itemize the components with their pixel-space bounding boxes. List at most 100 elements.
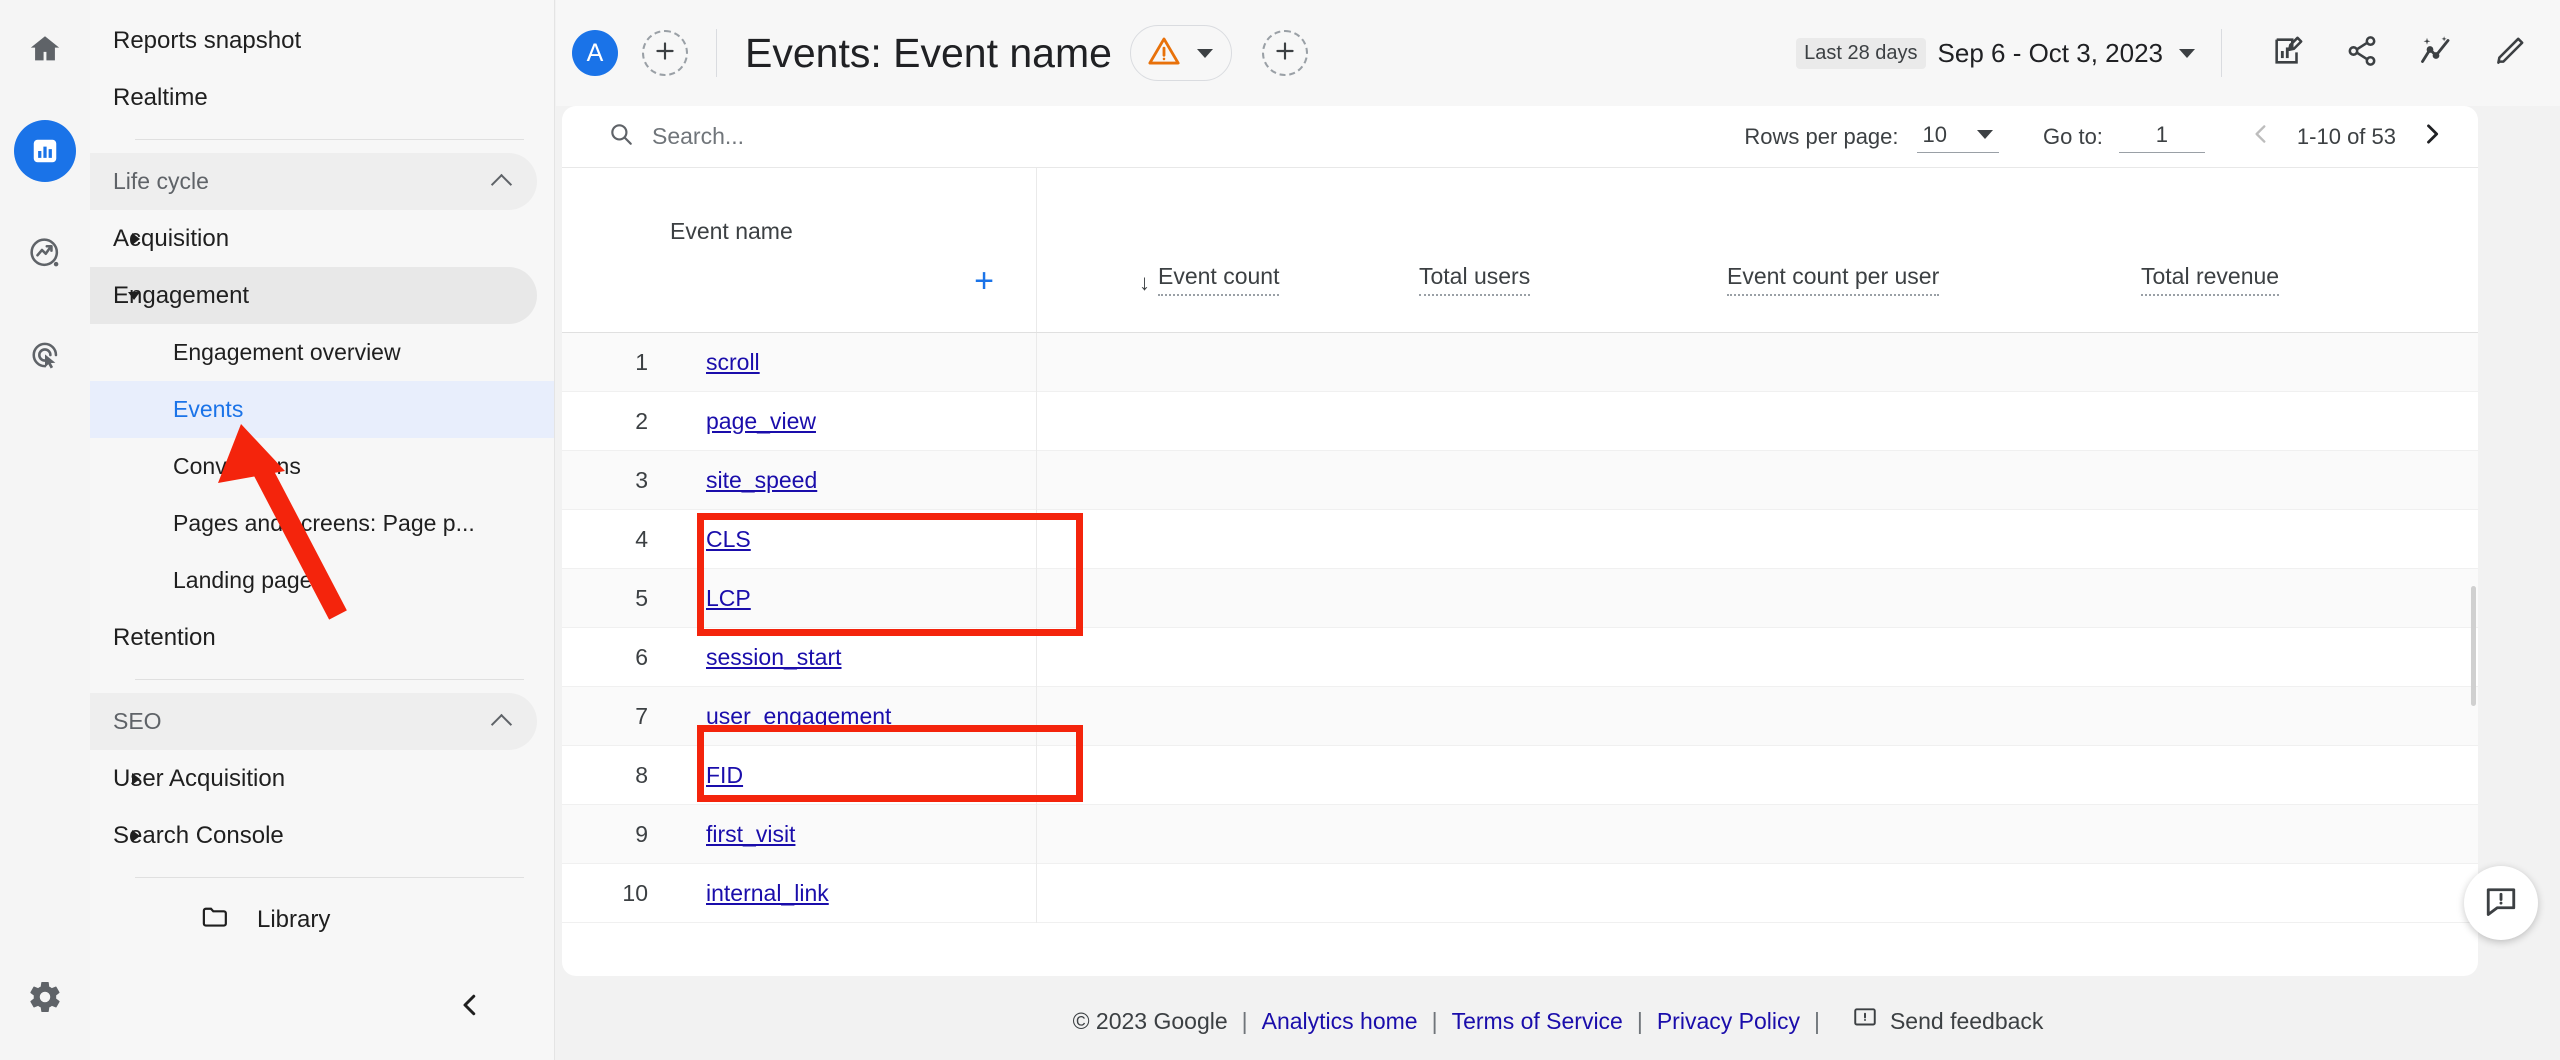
- table-toolbar: Rows per page: 10 Go to: 1-10 of 53: [562, 106, 2478, 168]
- sidebar-item-library[interactable]: Library: [90, 891, 554, 948]
- topbar-divider-2: [2221, 29, 2222, 77]
- sidebar-section-seo[interactable]: SEO: [90, 693, 537, 750]
- sidebar-item-landing-page[interactable]: Landing page: [90, 552, 537, 609]
- table-header-event-count[interactable]: ↓ Event count: [1037, 263, 1337, 332]
- add-dimension-button[interactable]: +: [974, 264, 994, 298]
- sidebar-item-realtime[interactable]: Realtime: [90, 69, 537, 126]
- event-name-link[interactable]: session_start: [706, 644, 842, 671]
- table-row[interactable]: 8 FID: [562, 745, 2478, 805]
- folder-icon: [200, 901, 231, 939]
- topbar-actions: Last 28 days Sep 6 - Oct 3, 2023: [1796, 0, 2538, 106]
- chevron-down-icon: [1196, 48, 1213, 58]
- account-badge[interactable]: A: [572, 30, 618, 76]
- event-name-link[interactable]: user_engagement: [706, 703, 891, 730]
- sidebar-section-label: SEO: [113, 708, 162, 734]
- sidebar-section-life-cycle[interactable]: Life cycle: [90, 153, 537, 210]
- table-header: Event name + ↓ Event count Total users E…: [562, 168, 2478, 333]
- dimension-header-label: Event name: [670, 217, 793, 244]
- share-icon: [2345, 34, 2379, 73]
- event-name-link[interactable]: LCP: [706, 585, 751, 612]
- customize-report-button[interactable]: [2260, 25, 2316, 81]
- sidebar-group-search-console[interactable]: Search Console: [90, 807, 537, 864]
- table-header-total-revenue[interactable]: Total revenue: [2097, 263, 2397, 332]
- table-row[interactable]: 4 CLS: [562, 509, 2478, 569]
- page-footer: © 2023 Google | Analytics home | Terms o…: [556, 982, 2560, 1060]
- data-warning-chip[interactable]: [1129, 25, 1232, 81]
- row-index: 10: [622, 879, 648, 906]
- event-name-link[interactable]: FID: [706, 762, 743, 789]
- main-content: A Events: Event name Last 28 days Sep 6 …: [556, 0, 2560, 1060]
- table-header-event-count-per-user[interactable]: Event count per user: [1677, 263, 2097, 332]
- event-name-link[interactable]: page_view: [706, 408, 816, 435]
- row-index: 7: [635, 702, 648, 729]
- table-row[interactable]: 6 session_start: [562, 627, 2478, 687]
- event-name-link[interactable]: CLS: [706, 526, 751, 553]
- topbar-divider: [716, 29, 717, 77]
- search-input[interactable]: [652, 123, 1152, 150]
- event-name-link[interactable]: internal_link: [706, 880, 829, 907]
- chevron-left-icon: [455, 990, 485, 1027]
- table-row[interactable]: 1 scroll: [562, 332, 2478, 392]
- footer-link-privacy-policy[interactable]: Privacy Policy: [1657, 1008, 1800, 1035]
- table-row[interactable]: 7 user_engagement: [562, 686, 2478, 746]
- row-event-name-cell: site_speed: [670, 450, 1037, 510]
- page-title: Events: Event name: [745, 29, 1112, 76]
- row-index: 2: [635, 407, 648, 434]
- sidebar-group-retention[interactable]: Retention: [90, 609, 537, 666]
- table-row[interactable]: 3 site_speed: [562, 450, 2478, 510]
- rows-per-page-select[interactable]: 10: [1916, 122, 1999, 153]
- feedback-fab[interactable]: [2464, 866, 2538, 940]
- table-header-total-users[interactable]: Total users: [1337, 263, 1677, 332]
- footer-send-feedback[interactable]: Send feedback: [1852, 1005, 2043, 1037]
- add-report-button[interactable]: [1261, 30, 1308, 76]
- sidebar-group-engagement[interactable]: Engagement: [90, 267, 537, 324]
- sidebar-divider-3: [135, 877, 524, 878]
- sidebar-group-user-acquisition[interactable]: User Acquisition: [90, 750, 537, 807]
- sidebar-item-pages-and-screens[interactable]: Pages and screens: Page p...: [90, 495, 537, 552]
- sidebar-section-label: Life cycle: [113, 168, 209, 194]
- gear-icon: [27, 979, 63, 1020]
- sidebar-item-conversions[interactable]: Conversions: [90, 438, 537, 495]
- app-rail: [0, 0, 90, 1060]
- sidebar-item-label: Pages and screens: Page p...: [173, 510, 475, 536]
- event-name-link[interactable]: site_speed: [706, 467, 817, 494]
- sidebar-item-engagement-overview[interactable]: Engagement overview: [90, 324, 537, 381]
- event-name-link[interactable]: first_visit: [706, 821, 795, 848]
- sidebar-group-acquisition[interactable]: Acquisition: [90, 210, 537, 267]
- next-page-button[interactable]: [2410, 115, 2454, 159]
- row-event-name-cell: scroll: [670, 332, 1037, 392]
- share-report-button[interactable]: [2334, 25, 2390, 81]
- table-row[interactable]: 9 first_visit: [562, 804, 2478, 864]
- table-row[interactable]: 5 LCP: [562, 568, 2478, 628]
- goto-page-input[interactable]: [2118, 121, 2205, 153]
- feedback-icon: [2483, 883, 2519, 924]
- add-comparison-button[interactable]: [642, 30, 688, 76]
- sidebar-nav: Reports snapshot Realtime Life cycle Acq…: [90, 0, 555, 1060]
- insights-icon: [2418, 33, 2454, 74]
- rail-item-admin[interactable]: [14, 968, 76, 1030]
- row-index: 1: [635, 348, 648, 375]
- row-event-name-cell: LCP: [670, 568, 1037, 628]
- sidebar-item-events[interactable]: Events: [90, 381, 554, 438]
- sidebar-item-reports-snapshot[interactable]: Reports snapshot: [90, 12, 537, 69]
- footer-link-terms-of-service[interactable]: Terms of Service: [1452, 1008, 1623, 1035]
- insights-button[interactable]: [2408, 25, 2464, 81]
- pagination-controls: Rows per page: 10 Go to: 1-10 of 53: [1744, 106, 2454, 168]
- rail-item-advertising[interactable]: [14, 324, 76, 386]
- date-range-picker[interactable]: Sep 6 - Oct 3, 2023: [1938, 38, 2195, 69]
- table-row[interactable]: 10 internal_link: [562, 863, 2478, 923]
- rail-item-explore[interactable]: [14, 222, 76, 284]
- footer-separator: |: [1813, 1007, 1820, 1034]
- previous-page-button[interactable]: [2239, 115, 2283, 159]
- sidebar-item-label: Conversions: [173, 453, 301, 479]
- collapse-sidebar-button[interactable]: [445, 983, 495, 1033]
- rail-item-home[interactable]: [14, 18, 76, 80]
- sidebar-item-label: Reports snapshot: [113, 26, 302, 54]
- table-row[interactable]: 2 page_view: [562, 391, 2478, 451]
- event-name-link[interactable]: scroll: [706, 349, 760, 376]
- edit-report-button[interactable]: [2482, 25, 2538, 81]
- row-index: 4: [635, 525, 648, 552]
- rail-item-reports[interactable]: [14, 120, 76, 182]
- footer-link-analytics-home[interactable]: Analytics home: [1262, 1008, 1418, 1035]
- vertical-scrollbar[interactable]: [2471, 586, 2476, 706]
